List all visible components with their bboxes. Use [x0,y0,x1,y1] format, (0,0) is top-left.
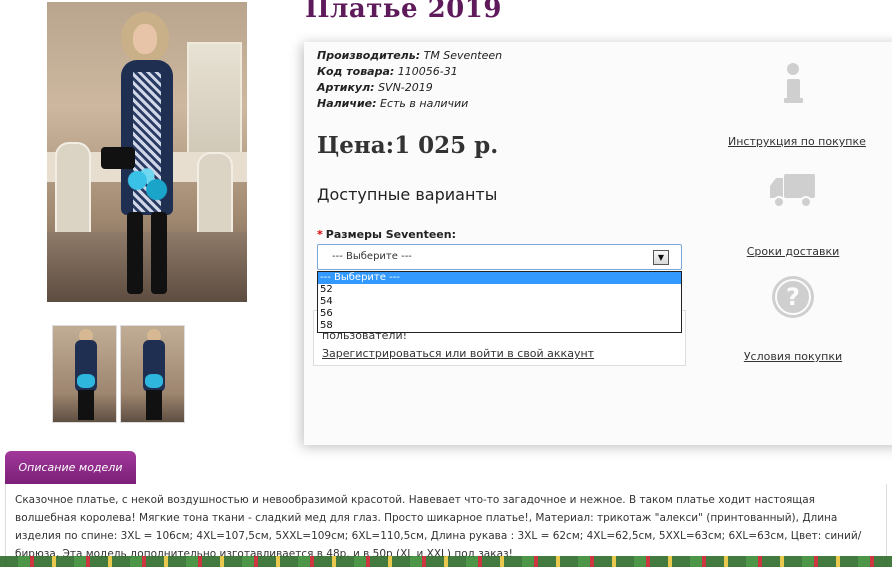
size-option[interactable]: 52 [318,284,681,296]
size-select[interactable]: --- Выберите --- ▼ [317,244,682,270]
terms-link[interactable]: Условия покупки [728,350,858,363]
size-dropdown-list[interactable]: --- Выберите --- 52 54 56 58 [317,271,682,333]
register-login-link[interactable]: Зарегистрироваться или войти в свой акка… [322,347,594,360]
description-text: Сказочное платье, с некой воздушностью и… [5,484,887,567]
info-icon [784,63,803,103]
spec-row: Артикул: SVN-2019 [317,81,433,94]
product-title: Платье 2019 [305,0,502,24]
size-option[interactable]: 54 [318,296,681,308]
spec-row: Код товара: 110056-31 [317,65,458,78]
product-main-photo[interactable] [47,2,247,302]
chevron-down-icon[interactable]: ▼ [653,250,669,265]
terms-block: ? Условия покупки [728,274,858,363]
tab-description[interactable]: Описание модели [5,451,136,484]
product-price: Цена:1 025 р. [317,132,499,159]
question-icon: ? [772,276,814,318]
product-specs: Производитель: TM Seventeen Код товара: … [317,48,502,112]
required-mark: * [317,228,323,241]
delivery-block: Сроки доставки [728,170,858,258]
size-option[interactable]: --- Выберите --- [318,272,681,284]
size-option[interactable]: 58 [318,320,681,332]
delivery-link[interactable]: Сроки доставки [728,245,858,258]
photo-model [97,12,197,297]
size-select-value: --- Выберите --- [332,251,412,262]
truck-icon [770,174,815,208]
decorative-garland [0,556,892,567]
instructions-link[interactable]: Инструкция по покупке [728,135,866,148]
spec-row: Производитель: TM Seventeen [317,49,503,62]
variants-heading: Доступные варианты [317,185,498,204]
spec-row: Наличие: Есть в наличии [317,97,469,110]
size-option[interactable]: 56 [318,308,681,320]
svg-text:?: ? [786,283,800,311]
product-thumbnail[interactable] [52,325,117,423]
instructions-block: Инструкция по покупке [728,62,866,148]
size-label: * Размеры Seventeen: [317,228,456,241]
product-thumbnail[interactable] [120,325,185,423]
